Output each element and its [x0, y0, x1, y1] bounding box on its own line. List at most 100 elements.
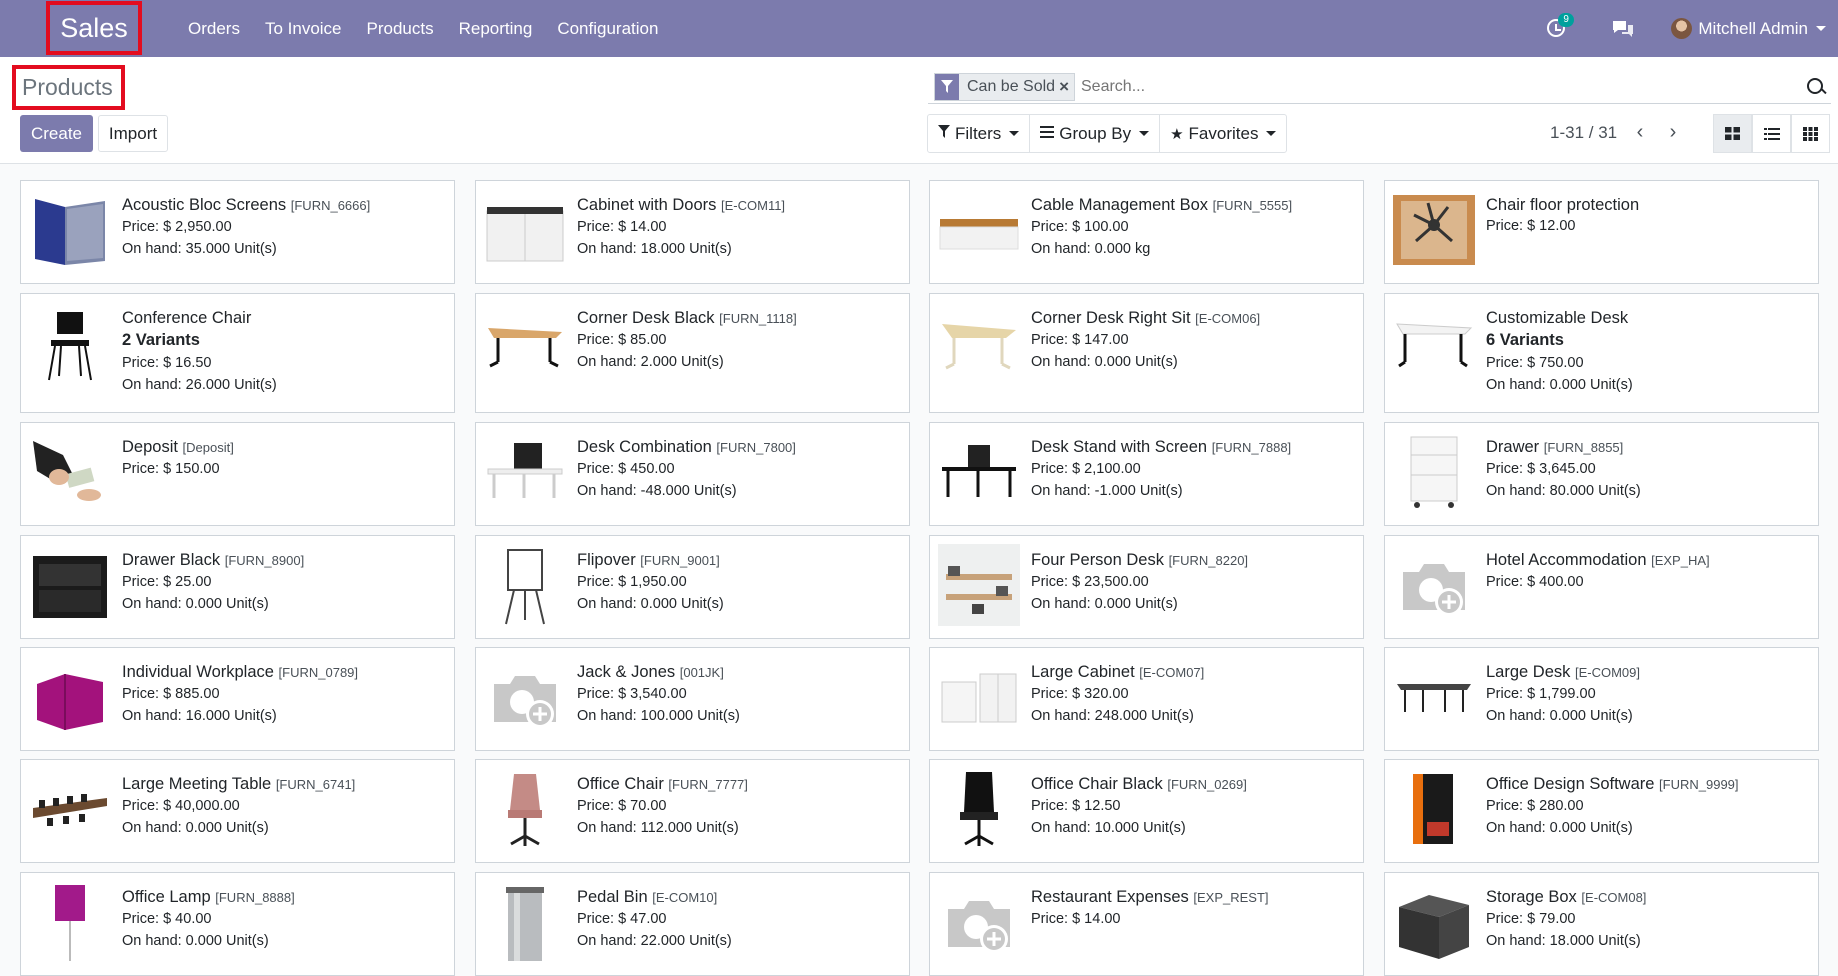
product-card[interactable]: Storage Box [E-COM08] Price: $ 79.00 On ha…	[1384, 872, 1819, 976]
menu-reporting[interactable]: Reporting	[459, 19, 533, 39]
apps-menu-icon[interactable]	[0, 0, 40, 196]
product-card[interactable]: Conference Chair 2 Variants Price: $ 16.50…	[20, 293, 455, 413]
product-code: [FURN_7800]	[716, 440, 796, 455]
product-card[interactable]: Office Design Software [FURN_9999] Price:…	[1384, 759, 1819, 863]
product-card[interactable]: Pedal Bin [E-COM10] Price: $ 47.00 On hand…	[475, 872, 910, 976]
product-card[interactable]: Large Cabinet [E-COM07] Price: $ 320.00 On…	[929, 647, 1364, 751]
product-card[interactable]: Hotel Accommodation [EXP_HA] Price: $ 400…	[1384, 535, 1819, 639]
list-view-button[interactable]	[1752, 114, 1791, 153]
product-onhand: On hand: 0.000 Unit(s)	[577, 596, 724, 612]
menu-to-invoice[interactable]: To Invoice	[265, 19, 342, 39]
search-input[interactable]	[1081, 77, 1805, 96]
product-card[interactable]: Cabinet with Doors [E-COM11] Price: $ 14.…	[475, 180, 910, 284]
grid-view-button[interactable]	[1791, 114, 1830, 153]
product-image	[938, 544, 1020, 626]
control-panel: Products Create Import Can be Sold × Fil…	[0, 57, 1838, 164]
product-code: [FURN_9001]	[640, 553, 720, 568]
product-card[interactable]: Chair floor protection Price: $ 12.00	[1384, 180, 1819, 284]
product-name: Desk Combination [FURN_7800]	[577, 437, 903, 458]
create-button[interactable]: Create	[20, 115, 93, 152]
product-card[interactable]: Corner Desk Black [FURN_1118] Price: $ 85…	[475, 293, 910, 413]
user-menu[interactable]: Mitchell Admin	[1671, 18, 1826, 39]
product-info: Acoustic Bloc Screens [FURN_6666] Price: …	[122, 195, 448, 260]
product-info: Storage Box [E-COM08] Price: $ 79.00 On ha…	[1486, 887, 1812, 952]
product-name-text: Cable Management Box	[1031, 196, 1209, 214]
favorites-dropdown[interactable]: ★ Favorites	[1160, 115, 1286, 152]
product-card[interactable]: Large Desk [E-COM09] Price: $ 1,799.00 On …	[1384, 647, 1819, 751]
product-card[interactable]: Desk Combination [FURN_7800] Price: $ 450…	[475, 422, 910, 526]
product-code: [E-COM07]	[1139, 665, 1205, 680]
groupby-dropdown[interactable]: Group By	[1030, 115, 1161, 152]
filters-dropdown[interactable]: Filters	[928, 115, 1031, 152]
product-image	[1393, 302, 1475, 384]
product-price: Price: $ 3,540.00	[577, 686, 687, 702]
product-info: Office Chair Black [FURN_0269] Price: $ 1…	[1031, 774, 1357, 839]
product-card[interactable]: Customizable Desk 6 Variants Price: $ 750.…	[1384, 293, 1819, 413]
product-price: Price: $ 320.00	[1031, 686, 1129, 702]
product-card[interactable]: Drawer [FURN_8855] Price: $ 3,645.00 On ha…	[1384, 422, 1819, 526]
product-info: Cabinet with Doors [E-COM11] Price: $ 14.…	[577, 195, 903, 260]
import-button[interactable]: Import	[98, 115, 168, 152]
product-card[interactable]: Four Person Desk [FURN_8220] Price: $ 23,…	[929, 535, 1364, 639]
product-code: [E-COM11]	[721, 198, 786, 213]
product-variants: 2 Variants	[122, 331, 200, 349]
favorites-label: Favorites	[1188, 123, 1259, 143]
product-info: Customizable Desk 6 Variants Price: $ 750.…	[1486, 308, 1812, 396]
product-image	[29, 544, 111, 626]
product-name: Office Chair [FURN_7777]	[577, 774, 903, 795]
product-name-text: Large Desk	[1486, 663, 1571, 681]
view-switcher	[1713, 114, 1830, 153]
chevron-down-icon	[1139, 131, 1150, 136]
facet-remove-icon[interactable]: ×	[1059, 77, 1074, 97]
product-image	[484, 881, 566, 963]
product-price: Price: $ 147.00	[1031, 332, 1129, 348]
product-image	[938, 768, 1020, 850]
product-info: Large Meeting Table [FURN_6741] Price: $ …	[122, 774, 448, 839]
chat-icon[interactable]	[1611, 19, 1635, 39]
menu-orders[interactable]: Orders	[188, 19, 240, 39]
product-card[interactable]: Restaurant Expenses [EXP_REST] Price: $ 1…	[929, 872, 1364, 976]
activity-menu[interactable]: 9	[1547, 12, 1574, 39]
product-card[interactable]: Corner Desk Right Sit [E-COM06] Price: $ …	[929, 293, 1364, 413]
product-image	[29, 431, 111, 513]
product-card[interactable]: Cable Management Box [FURN_5555] Price: $…	[929, 180, 1364, 284]
product-name-text: Corner Desk Black	[577, 309, 715, 327]
product-price: Price: $ 79.00	[1486, 911, 1576, 927]
product-info: Flipover [FURN_9001] Price: $ 1,950.00 On …	[577, 550, 903, 615]
product-info: Individual Workplace [FURN_0789] Price: $…	[122, 662, 448, 727]
search-facet: Can be Sold ×	[934, 72, 1075, 101]
product-onhand: On hand: 26.000 Unit(s)	[122, 377, 277, 393]
product-price: Price: $ 40.00	[122, 911, 212, 927]
product-name: Office Lamp [FURN_8888]	[122, 887, 448, 908]
product-name: Pedal Bin [E-COM10]	[577, 887, 903, 908]
menu-products[interactable]: Products	[367, 19, 434, 39]
product-image	[1393, 544, 1475, 626]
product-card[interactable]: Office Chair [FURN_7777] Price: $ 70.00 On…	[475, 759, 910, 863]
pager-value[interactable]: 1-31 / 31	[1550, 123, 1617, 143]
kanban-view-button[interactable]	[1713, 114, 1752, 153]
product-card[interactable]: Desk Stand with Screen [FURN_7888] Price:…	[929, 422, 1364, 526]
product-card[interactable]: Jack & Jones [001JK] Price: $ 3,540.00 On …	[475, 647, 910, 751]
product-image	[29, 656, 111, 738]
menu-configuration[interactable]: Configuration	[557, 19, 658, 39]
product-name: Drawer Black [FURN_8900]	[122, 550, 448, 571]
product-card[interactable]: Flipover [FURN_9001] Price: $ 1,950.00 On …	[475, 535, 910, 639]
product-onhand: On hand: 35.000 Unit(s)	[122, 241, 277, 257]
app-brand[interactable]: Sales	[46, 1, 142, 55]
product-price: Price: $ 2,100.00	[1031, 461, 1141, 477]
product-price: Price: $ 885.00	[122, 686, 220, 702]
product-card[interactable]: Deposit [Deposit] Price: $ 150.00	[20, 422, 455, 526]
product-card[interactable]: Individual Workplace [FURN_0789] Price: $…	[20, 647, 455, 751]
systray: 9 Mitchell Admin	[1547, 0, 1838, 57]
chevron-right-icon[interactable]: ›	[1663, 122, 1683, 142]
chevron-left-icon[interactable]: ‹	[1630, 122, 1650, 142]
product-name-text: Hotel Accommodation	[1486, 551, 1647, 569]
product-card[interactable]: Office Lamp [FURN_8888] Price: $ 40.00 On …	[20, 872, 455, 976]
product-price: Price: $ 750.00	[1486, 355, 1584, 371]
product-card[interactable]: Large Meeting Table [FURN_6741] Price: $ …	[20, 759, 455, 863]
product-card[interactable]: Acoustic Bloc Screens [FURN_6666] Price: …	[20, 180, 455, 284]
product-card[interactable]: Drawer Black [FURN_8900] Price: $ 25.00 On…	[20, 535, 455, 639]
product-card[interactable]: Office Chair Black [FURN_0269] Price: $ 1…	[929, 759, 1364, 863]
search-icon[interactable]	[1805, 76, 1827, 98]
product-info: Large Desk [E-COM09] Price: $ 1,799.00 On …	[1486, 662, 1812, 727]
